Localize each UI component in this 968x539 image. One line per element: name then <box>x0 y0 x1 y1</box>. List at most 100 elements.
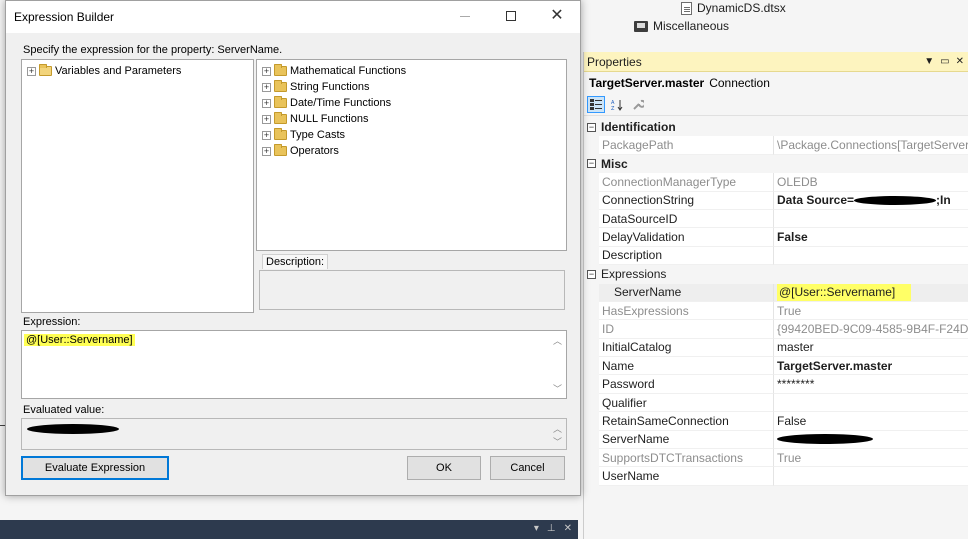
property-value-cell[interactable]: master <box>774 338 968 358</box>
minimize-button[interactable] <box>442 1 488 31</box>
maximize-icon[interactable]: ▭ <box>940 56 949 67</box>
property-row[interactable]: ID {99420BED-9C09-4585-9B4F-F24D1 <box>584 320 968 339</box>
property-row[interactable]: Description <box>584 246 968 266</box>
property-name: RetainSameConnection <box>599 412 774 431</box>
categorized-icon[interactable] <box>587 96 605 113</box>
expand-icon[interactable]: + <box>262 114 271 124</box>
property-row[interactable]: Password ******** <box>584 375 968 394</box>
solution-item-miscellaneous[interactable]: Miscellaneous <box>634 17 729 35</box>
tree-item-function-category[interactable]: + NULL Functions <box>262 111 368 127</box>
cancel-button[interactable]: Cancel <box>490 456 565 480</box>
close-button[interactable]: ✕ <box>534 1 580 31</box>
property-category[interactable]: − Misc <box>584 154 968 174</box>
property-row[interactable]: HasExpressions True <box>584 301 968 321</box>
scroll-down-icon[interactable]: ﹀ <box>553 382 562 395</box>
property-name: PackagePath <box>599 136 774 155</box>
dropdown-arrow-icon[interactable]: ▼ <box>924 56 934 67</box>
functions-tree[interactable]: + Mathematical Functions + String Functions… <box>256 59 567 251</box>
tree-item-function-category[interactable]: + Type Casts <box>262 127 345 143</box>
row-gutter <box>584 338 599 358</box>
ok-button[interactable]: OK <box>407 456 481 480</box>
property-pages-wrench-icon[interactable] <box>629 96 647 113</box>
tree-item-function-category[interactable]: + Operators <box>262 143 339 159</box>
property-row[interactable]: ConnectionManagerType OLEDB <box>584 173 968 192</box>
row-gutter: − <box>584 118 599 137</box>
expand-icon[interactable]: + <box>262 146 271 156</box>
property-row[interactable]: ServerName @[User::Servername] <box>584 283 968 302</box>
property-value-cell[interactable]: Data Source= ;In <box>774 191 968 210</box>
tree-item-function-category[interactable]: + Mathematical Functions <box>262 63 406 79</box>
open-folder-icon <box>39 64 52 76</box>
tree-item-function-category[interactable]: + Date/Time Functions <box>262 95 391 111</box>
property-category[interactable]: − Identification <box>584 118 968 137</box>
property-row[interactable]: InitialCatalog master <box>584 338 968 358</box>
property-value-cell[interactable]: @[User::Servername] <box>774 283 968 302</box>
expand-icon[interactable]: + <box>262 82 271 92</box>
background-tool-window-header: ▾ ⊥ ✕ <box>0 520 578 539</box>
property-value-cell[interactable]: ******** <box>774 375 968 394</box>
folder-icon <box>274 64 287 76</box>
property-row[interactable]: Qualifier <box>584 393 968 413</box>
property-name: ServerName <box>599 283 774 302</box>
scroll-up-icon[interactable]: ︿ <box>553 422 562 435</box>
description-box <box>259 270 565 310</box>
property-value-cell[interactable]: True <box>774 449 968 468</box>
property-value-cell[interactable] <box>774 246 968 266</box>
property-value-cell[interactable]: False <box>774 228 968 247</box>
evaluated-scrollbar[interactable]: ︿ ﹀ <box>549 419 566 449</box>
collapse-icon[interactable]: − <box>587 159 596 169</box>
property-row[interactable]: Name TargetServer.master <box>584 357 968 376</box>
property-row[interactable]: DataSourceID <box>584 209 968 229</box>
close-icon[interactable]: ✕ <box>956 56 964 67</box>
alphabetical-sort-icon[interactable]: AZ <box>608 96 626 113</box>
solution-item-label: Miscellaneous <box>653 19 730 33</box>
property-value-cell[interactable]: OLEDB <box>774 173 968 192</box>
property-value: ******** <box>777 377 815 392</box>
property-row[interactable]: SupportsDTCTransactions True <box>584 449 968 468</box>
dropdown-arrow-icon[interactable]: ▾ <box>534 523 539 534</box>
tree-item-function-category[interactable]: + String Functions <box>262 79 369 95</box>
tree-item-variables-and-parameters[interactable]: + Variables and Parameters <box>27 63 181 79</box>
collapse-icon[interactable]: − <box>587 122 596 132</box>
variables-tree[interactable]: + Variables and Parameters <box>21 59 254 313</box>
dialog-title-bar[interactable]: Expression Builder ✕ <box>6 1 580 33</box>
maximize-button[interactable] <box>488 1 534 31</box>
close-icon[interactable]: ✕ <box>564 523 572 534</box>
property-value-cell[interactable]: TargetServer.master <box>774 357 968 376</box>
collapse-icon[interactable]: − <box>587 269 596 279</box>
expand-icon[interactable]: + <box>262 130 271 140</box>
property-value-cell[interactable]: True <box>774 301 968 321</box>
property-value-cell[interactable] <box>774 430 968 450</box>
property-value-cell[interactable]: False <box>774 412 968 431</box>
solution-item-package[interactable]: DynamicDS.dtsx <box>681 0 786 17</box>
expression-scrollbar[interactable]: ︿ ﹀ <box>549 331 566 398</box>
evaluate-expression-button[interactable]: Evaluate Expression <box>21 456 169 480</box>
property-row[interactable]: ConnectionString Data Source= ;In <box>584 191 968 210</box>
property-value: True <box>777 303 802 318</box>
property-value-cell[interactable]: \Package.Connections[TargetServer.master… <box>774 136 968 155</box>
property-name: DataSourceID <box>599 209 774 229</box>
property-value-cell[interactable] <box>774 393 968 413</box>
expand-icon[interactable]: + <box>262 98 271 108</box>
expand-icon[interactable]: + <box>27 66 36 76</box>
properties-object-selector[interactable]: TargetServer.master Connection <box>584 72 968 94</box>
expression-textbox[interactable]: @[User::Servername] ︿ ﹀ <box>21 330 567 399</box>
property-name: Description <box>599 246 774 266</box>
expand-icon[interactable]: + <box>262 66 271 76</box>
property-prompt: Specify the expression for the property:… <box>23 44 283 56</box>
property-value-cell[interactable] <box>774 209 968 229</box>
property-row[interactable]: ServerName <box>584 430 968 450</box>
scroll-up-icon[interactable]: ︿ <box>553 334 562 347</box>
property-row[interactable]: RetainSameConnection False <box>584 412 968 431</box>
property-row[interactable]: PackagePath \Package.Connections[TargetSe… <box>584 136 968 155</box>
property-row[interactable]: DelayValidation False <box>584 228 968 247</box>
property-category[interactable]: − Expressions <box>584 265 968 284</box>
pin-icon[interactable]: ⊥ <box>547 523 556 534</box>
property-value-cell[interactable] <box>774 467 968 486</box>
property-row[interactable]: UserName <box>584 467 968 486</box>
tree-item-label: Variables and Parameters <box>55 65 182 77</box>
property-name: ConnectionString <box>599 191 774 210</box>
scroll-down-icon[interactable]: ﹀ <box>553 435 562 448</box>
property-value-cell[interactable]: {99420BED-9C09-4585-9B4F-F24D1 <box>774 320 968 339</box>
property-grid: − Identification PackagePath \Package.Conne… <box>584 118 968 486</box>
